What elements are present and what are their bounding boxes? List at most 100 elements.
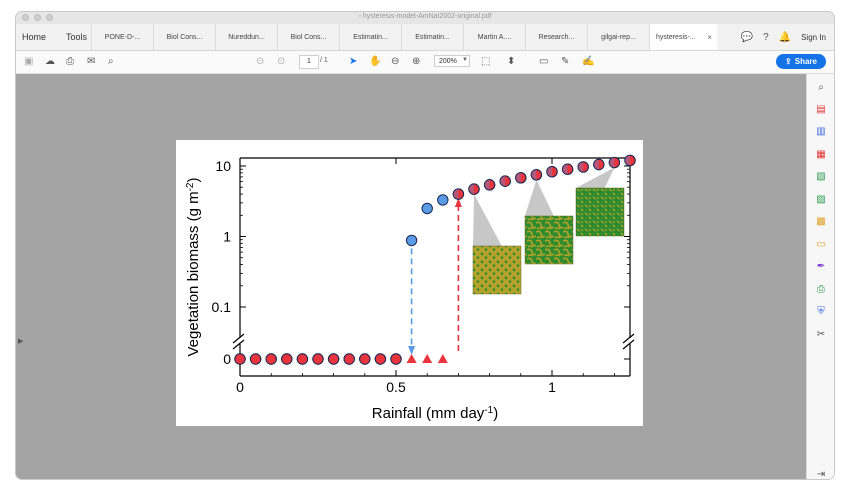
inset-callout-wedge	[473, 194, 502, 246]
comment-icon[interactable]: 💬	[741, 32, 753, 43]
print-production-icon[interactable]: ⎙	[815, 284, 827, 296]
export-pdf-icon[interactable]: ▤	[815, 104, 827, 116]
scroll-mode-icon[interactable]: ⬍	[507, 55, 515, 69]
data-point-triangle	[437, 354, 448, 363]
zoom-search-tool-icon[interactable]: ⌕	[815, 82, 827, 94]
dashed-arrow-head	[408, 346, 416, 355]
save-icon[interactable]: ▣	[24, 55, 33, 69]
email-icon[interactable]: ✉	[87, 55, 95, 69]
y-axis-label: Vegetation biomass (g m-2)	[185, 178, 203, 357]
doc-tab[interactable]: Estimatin...	[401, 24, 463, 50]
data-point-red	[312, 353, 324, 365]
help-icon[interactable]: ?	[763, 32, 769, 43]
doc-tab-active[interactable]: hysteresis-... ×	[649, 24, 717, 50]
sign-icon[interactable]: ✍	[582, 55, 594, 69]
left-panel-toggle-icon[interactable]: ▶	[18, 337, 23, 345]
pattern-inset-labyrinth	[524, 215, 574, 265]
x-axis-label-main: Rainfall (mm day	[372, 405, 485, 422]
doc-tab-label: Biol Cons...	[166, 33, 203, 41]
y-axis-label-main: Vegetation biomass (g m	[185, 191, 202, 356]
tab-bar: Home Tools PONE-D-... Biol Cons... Nured…	[16, 24, 834, 51]
select-cursor-icon[interactable]: ➤	[349, 55, 357, 69]
data-point-red	[249, 353, 262, 365]
more-tools-icon[interactable]: ✂	[815, 329, 827, 341]
data-point-red	[327, 353, 340, 365]
pdf-page: 0 0.1 1 10 0 0.5 1 Rainfall (mm day-1) Vegetatio…	[176, 140, 643, 426]
data-point-blue	[437, 194, 449, 206]
doc-tab[interactable]: Martin A....	[463, 24, 525, 50]
doc-tab[interactable]: Estimatin...	[339, 24, 401, 50]
upload-cloud-icon[interactable]: ☁	[45, 55, 55, 69]
data-point-red	[296, 353, 309, 365]
data-point-red	[374, 353, 387, 365]
zoom-search-icon[interactable]: ⌕	[108, 55, 114, 69]
title-bar: ▫ hysteresis-model-AmNat2002-original.pd…	[16, 12, 834, 24]
document-viewport[interactable]: ▶ 0 0.1 1 10 0 0.5 1 Rainfall (mm day-1)…	[16, 74, 806, 479]
doc-tab-label: Nureddun...	[228, 33, 265, 41]
pattern-inset-gaps	[575, 187, 625, 237]
home-tools-nav: Home Tools	[22, 24, 87, 50]
doc-tab[interactable]: Biol Cons...	[153, 24, 215, 50]
document-title: ▫ hysteresis-model-AmNat2002-original.pd…	[16, 13, 834, 20]
y-tick-label: 10	[215, 158, 231, 174]
document-tabs: PONE-D-... Biol Cons... Nureddun... Biol…	[91, 24, 717, 50]
zoom-in-icon[interactable]: ⊕	[412, 55, 420, 69]
zoom-out-icon[interactable]: ⊖	[391, 55, 399, 69]
comment-tool-icon[interactable]: ▭	[539, 55, 548, 69]
page-total: / 1	[320, 57, 328, 64]
y-tick-label: 0	[223, 351, 231, 367]
next-page-icon[interactable]: ⊙	[277, 55, 285, 69]
create-pdf-icon[interactable]: ▦	[815, 149, 827, 161]
doc-tab-label: Estimatin...	[353, 33, 388, 41]
data-point-red	[390, 353, 402, 365]
close-tab-icon[interactable]: ×	[707, 33, 712, 42]
doc-tab[interactable]: Biol Cons...	[277, 24, 339, 50]
fill-sign-icon[interactable]: ✒	[815, 261, 827, 273]
doc-tab-label: Research...	[538, 33, 575, 41]
x-axis-label-end: )	[493, 405, 498, 422]
highlight-pen-icon[interactable]: ✎	[561, 55, 569, 69]
page-number-input[interactable]: 1	[299, 55, 319, 69]
y-tick-label: 0.1	[212, 299, 232, 315]
x-tick-label: 1	[548, 379, 556, 395]
doc-tab[interactable]: Research...	[525, 24, 587, 50]
header-right: 💬 ? 🔔 Sign In	[741, 24, 826, 50]
x-tick-label: 0.5	[386, 379, 406, 395]
home-tab[interactable]: Home	[22, 32, 46, 42]
comment-panel-icon[interactable]: ▭	[815, 239, 827, 251]
edit-pdf-icon[interactable]: ▥	[815, 126, 827, 138]
data-point-red	[343, 353, 355, 365]
data-point-red	[281, 353, 293, 365]
sign-in-link[interactable]: Sign In	[801, 33, 826, 42]
doc-tab-label: Martin A....	[477, 33, 512, 41]
data-point-blue	[405, 234, 418, 247]
x-axis-label: Rainfall (mm day-1)	[372, 405, 498, 423]
protect-shield-icon[interactable]: ⛨	[815, 306, 827, 318]
doc-tab[interactable]: gilgai-rep...	[587, 24, 649, 50]
doc-tab-label: gilgai-rep...	[601, 33, 636, 41]
chevron-down-icon[interactable]: ▼	[462, 57, 468, 63]
share-label: Share	[794, 57, 817, 66]
previous-page-icon[interactable]: ⊙	[256, 55, 264, 69]
share-button[interactable]: ⇪ Share	[776, 54, 826, 69]
document-title-text: hysteresis-model-AmNat2002-original.pdf	[362, 13, 492, 20]
doc-tab-label: hysteresis-...	[656, 33, 696, 41]
doc-tab[interactable]: PONE-D-...	[91, 24, 153, 50]
data-point-triangle	[406, 354, 417, 363]
notification-bell-icon[interactable]: 🔔	[779, 32, 791, 43]
print-icon[interactable]: ⎙	[66, 55, 74, 69]
hand-tool-icon[interactable]: ✋	[369, 55, 381, 69]
data-point-triangle	[422, 354, 433, 363]
doc-tab-label: Biol Cons...	[290, 33, 327, 41]
page-fit-icon[interactable]: ⬚	[481, 55, 490, 69]
organize-pages-icon[interactable]: ▨	[815, 194, 827, 206]
combine-files-icon[interactable]: ▧	[815, 171, 827, 183]
export-file-icon[interactable]: ▩	[815, 216, 827, 228]
doc-tab-label: Estimatin...	[415, 33, 450, 41]
share-icon: ⇪	[785, 57, 792, 66]
doc-tab[interactable]: Nureddun...	[215, 24, 277, 50]
tools-tab[interactable]: Tools	[66, 32, 87, 42]
data-point-red	[234, 353, 246, 365]
collapse-panel-icon[interactable]: ⇥	[815, 469, 827, 479]
hysteresis-chart: 0 0.1 1 10 0 0.5 1 Rainfall (mm day-1) Vegetatio…	[185, 154, 636, 423]
